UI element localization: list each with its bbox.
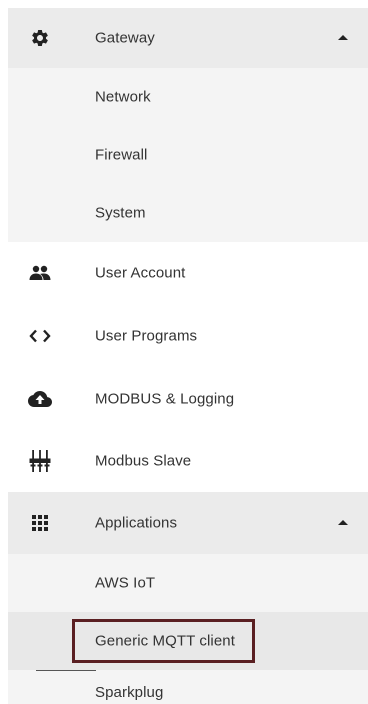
- submenu-item-label: System: [95, 204, 146, 222]
- submenu-item-sparkplug[interactable]: Sparkplug: [8, 670, 368, 704]
- submenu-item-label: AWS IoT: [95, 574, 156, 592]
- submenu-item-label: Firewall: [95, 146, 148, 164]
- submenu-item-network[interactable]: Network: [8, 68, 368, 126]
- menu-item-label: User Account: [95, 264, 186, 282]
- submenu-item-firewall[interactable]: Firewall: [8, 126, 368, 184]
- menu-item-gateway[interactable]: Gateway: [8, 8, 368, 68]
- code-icon: [28, 324, 52, 348]
- menu-item-applications[interactable]: Applications: [8, 492, 368, 554]
- menu-item-user-programs[interactable]: User Programs: [8, 304, 368, 368]
- submenu-item-generic-mqtt-client[interactable]: Generic MQTT client: [8, 612, 368, 670]
- menu-item-modbus-slave[interactable]: Modbus Slave: [8, 430, 368, 492]
- menu-item-label: Applications: [95, 514, 178, 532]
- menu-item-label: User Programs: [95, 327, 198, 345]
- menu-item-modbus-logging[interactable]: MODBUS & Logging: [8, 368, 368, 430]
- users-icon: [28, 261, 52, 285]
- submenu-item-label: Generic MQTT client: [95, 632, 235, 650]
- menu-item-user-account[interactable]: User Account: [8, 242, 368, 304]
- menu-item-label: Gateway: [95, 29, 155, 47]
- submenu-item-system[interactable]: System: [8, 184, 368, 242]
- connector-icon: [28, 449, 52, 473]
- menu-item-label: Modbus Slave: [95, 452, 192, 470]
- navigation-menu: Gateway Network Firewall System User Acc…: [8, 8, 368, 704]
- cloud-upload-icon: [28, 387, 52, 411]
- submenu-item-aws-iot[interactable]: AWS IoT: [8, 554, 368, 612]
- gear-icon: [28, 26, 52, 50]
- caret-up-icon[interactable]: [338, 520, 348, 525]
- divider: [36, 670, 96, 671]
- submenu-item-label: Network: [95, 88, 151, 106]
- caret-up-icon[interactable]: [338, 35, 348, 40]
- apps-grid-icon: [28, 511, 52, 535]
- submenu-item-label: Sparkplug: [95, 684, 164, 701]
- menu-item-label: MODBUS & Logging: [95, 390, 235, 408]
